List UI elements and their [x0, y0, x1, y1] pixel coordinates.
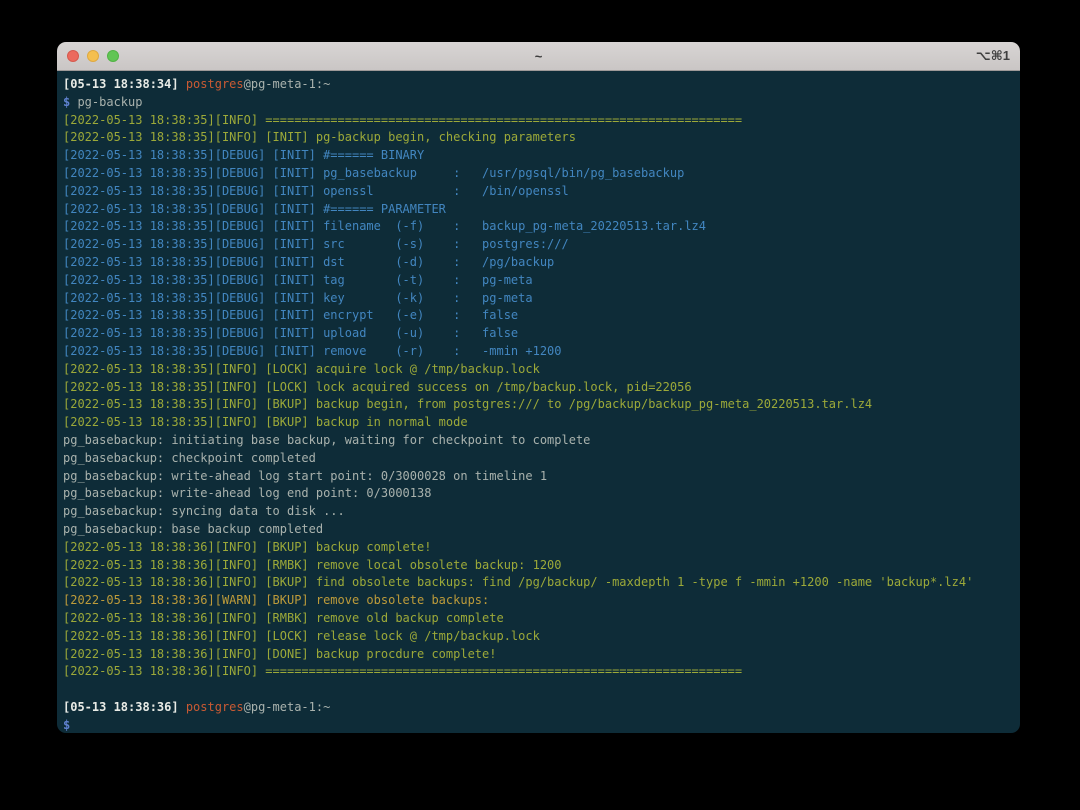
- terminal-line: [2022-05-13 18:38:35][DEBUG] [INIT] remo…: [63, 343, 1020, 361]
- terminal-line: [2022-05-13 18:38:35][DEBUG] [INIT] dst …: [63, 254, 1020, 272]
- terminal-line: [2022-05-13 18:38:35][DEBUG] [INIT] #===…: [63, 201, 1020, 219]
- terminal-text-segment: [2022-05-13 18:38:35][DEBUG] [INIT] tag …: [63, 273, 533, 287]
- terminal-line: [2022-05-13 18:38:36][WARN] [BKUP] remov…: [63, 592, 1020, 610]
- terminal-line: [2022-05-13 18:38:35][DEBUG] [INIT] encr…: [63, 307, 1020, 325]
- terminal-text-segment: [2022-05-13 18:38:36][INFO] [DONE] backu…: [63, 647, 496, 661]
- terminal-line: pg_basebackup: checkpoint completed: [63, 450, 1020, 468]
- terminal-line: [63, 681, 1020, 699]
- terminal-text-segment: [2022-05-13 18:38:35][DEBUG] [INIT] remo…: [63, 344, 562, 358]
- terminal-line: [2022-05-13 18:38:35][DEBUG] [INIT] key …: [63, 290, 1020, 308]
- terminal-window: ~ ⌥⌘1 [05-13 18:38:34] postgres@pg-meta-…: [57, 42, 1020, 733]
- terminal-text-segment: [2022-05-13 18:38:36][INFO] ============…: [63, 664, 742, 678]
- terminal-text-segment: @pg-meta-1:~: [244, 700, 331, 714]
- terminal-line: [2022-05-13 18:38:35][INFO] ============…: [63, 112, 1020, 130]
- terminal-text-segment: [2022-05-13 18:38:36][WARN] [BKUP] remov…: [63, 593, 489, 607]
- terminal-text-segment: [2022-05-13 18:38:35][INFO] [BKUP] backu…: [63, 397, 872, 411]
- terminal-line: pg_basebackup: initiating base backup, w…: [63, 432, 1020, 450]
- terminal-text-segment: [2022-05-13 18:38:36][INFO] [RMBK] remov…: [63, 558, 562, 572]
- terminal-text-segment: [2022-05-13 18:38:35][DEBUG] [INIT] #===…: [63, 202, 446, 216]
- terminal-text-segment: [2022-05-13 18:38:35][INFO] [LOCK] acqui…: [63, 362, 540, 376]
- terminal-text-segment: [2022-05-13 18:38:35][DEBUG] [INIT] file…: [63, 219, 706, 233]
- terminal-output[interactable]: [05-13 18:38:34] postgres@pg-meta-1:~$ p…: [57, 71, 1020, 733]
- terminal-line: [2022-05-13 18:38:35][INFO] [INIT] pg-ba…: [63, 129, 1020, 147]
- window-title: ~: [57, 49, 1020, 64]
- close-button[interactable]: [67, 50, 79, 62]
- terminal-line: [2022-05-13 18:38:35][INFO] [BKUP] backu…: [63, 414, 1020, 432]
- terminal-text-segment: [2022-05-13 18:38:35][DEBUG] [INIT] key …: [63, 291, 533, 305]
- terminal-line: $: [63, 717, 1020, 733]
- terminal-text-segment: $: [63, 718, 70, 732]
- terminal-text-segment: pg_basebackup: checkpoint completed: [63, 451, 316, 465]
- terminal-text-segment: postgres: [186, 700, 244, 714]
- terminal-text-segment: [2022-05-13 18:38:36][INFO] [RMBK] remov…: [63, 611, 504, 625]
- terminal-line: $ pg-backup: [63, 94, 1020, 112]
- terminal-line: [2022-05-13 18:38:35][DEBUG] [INIT] uplo…: [63, 325, 1020, 343]
- terminal-line: [2022-05-13 18:38:36][INFO] [BKUP] backu…: [63, 539, 1020, 557]
- window-controls: [67, 50, 119, 62]
- terminal-text-segment: pg_basebackup: initiating base backup, w…: [63, 433, 590, 447]
- terminal-text-segment: [2022-05-13 18:38:36][INFO] [BKUP] find …: [63, 575, 973, 589]
- terminal-line: pg_basebackup: write-ahead log end point…: [63, 485, 1020, 503]
- terminal-line: [2022-05-13 18:38:35][INFO] [LOCK] lock …: [63, 379, 1020, 397]
- terminal-line: pg_basebackup: syncing data to disk ...: [63, 503, 1020, 521]
- desktop-background: ~ ⌥⌘1 [05-13 18:38:34] postgres@pg-meta-…: [0, 0, 1080, 810]
- terminal-text-segment: [05-13 18:38:34]: [63, 77, 186, 91]
- terminal-line: [2022-05-13 18:38:35][INFO] [BKUP] backu…: [63, 396, 1020, 414]
- terminal-line: [05-13 18:38:36] postgres@pg-meta-1:~: [63, 699, 1020, 717]
- terminal-line: [2022-05-13 18:38:36][INFO] [BKUP] find …: [63, 574, 1020, 592]
- keyboard-shortcut-badge: ⌥⌘1: [976, 48, 1010, 64]
- terminal-line: [2022-05-13 18:38:36][INFO] [DONE] backu…: [63, 646, 1020, 664]
- terminal-line: pg_basebackup: write-ahead log start poi…: [63, 468, 1020, 486]
- terminal-line: [2022-05-13 18:38:35][DEBUG] [INIT] pg_b…: [63, 165, 1020, 183]
- terminal-line: [2022-05-13 18:38:36][INFO] ============…: [63, 663, 1020, 681]
- terminal-line: pg_basebackup: base backup completed: [63, 521, 1020, 539]
- terminal-line: [2022-05-13 18:38:36][INFO] [RMBK] remov…: [63, 557, 1020, 575]
- title-bar[interactable]: ~ ⌥⌘1: [57, 42, 1020, 71]
- terminal-text-segment: [2022-05-13 18:38:35][DEBUG] [INIT] #===…: [63, 148, 424, 162]
- terminal-text-segment: [2022-05-13 18:38:36][INFO] [LOCK] relea…: [63, 629, 540, 643]
- terminal-text-segment: pg_basebackup: base backup completed: [63, 522, 323, 536]
- terminal-text-segment: [2022-05-13 18:38:36][INFO] [BKUP] backu…: [63, 540, 431, 554]
- terminal-line: [2022-05-13 18:38:35][DEBUG] [INIT] src …: [63, 236, 1020, 254]
- zoom-button[interactable]: [107, 50, 119, 62]
- terminal-line: [2022-05-13 18:38:36][INFO] [LOCK] relea…: [63, 628, 1020, 646]
- terminal-text-segment: [2022-05-13 18:38:35][INFO] [BKUP] backu…: [63, 415, 468, 429]
- terminal-text-segment: pg-backup: [70, 95, 142, 109]
- terminal-text-segment: [2022-05-13 18:38:35][INFO] ============…: [63, 113, 742, 127]
- terminal-text-segment: [2022-05-13 18:38:35][DEBUG] [INIT] encr…: [63, 308, 518, 322]
- terminal-line: [2022-05-13 18:38:36][INFO] [RMBK] remov…: [63, 610, 1020, 628]
- terminal-text-segment: postgres: [186, 77, 244, 91]
- terminal-text-segment: [2022-05-13 18:38:35][DEBUG] [INIT] pg_b…: [63, 166, 684, 180]
- terminal-text-segment: [2022-05-13 18:38:35][DEBUG] [INIT] dst …: [63, 255, 554, 269]
- terminal-text-segment: [2022-05-13 18:38:35][DEBUG] [INIT] uplo…: [63, 326, 518, 340]
- terminal-line: [2022-05-13 18:38:35][DEBUG] [INIT] file…: [63, 218, 1020, 236]
- terminal-text-segment: @pg-meta-1:~: [244, 77, 331, 91]
- terminal-line: [2022-05-13 18:38:35][DEBUG] [INIT] #===…: [63, 147, 1020, 165]
- terminal-line: [05-13 18:38:34] postgres@pg-meta-1:~: [63, 76, 1020, 94]
- terminal-text-segment: pg_basebackup: write-ahead log end point…: [63, 486, 431, 500]
- terminal-text-segment: pg_basebackup: write-ahead log start poi…: [63, 469, 547, 483]
- minimize-button[interactable]: [87, 50, 99, 62]
- terminal-text-segment: pg_basebackup: syncing data to disk ...: [63, 504, 345, 518]
- terminal-line: [2022-05-13 18:38:35][DEBUG] [INIT] open…: [63, 183, 1020, 201]
- terminal-text-segment: [2022-05-13 18:38:35][INFO] [LOCK] lock …: [63, 380, 692, 394]
- terminal-line: [2022-05-13 18:38:35][DEBUG] [INIT] tag …: [63, 272, 1020, 290]
- terminal-text-segment: [2022-05-13 18:38:35][DEBUG] [INIT] src …: [63, 237, 569, 251]
- terminal-text-segment: [05-13 18:38:36]: [63, 700, 186, 714]
- terminal-line: [2022-05-13 18:38:35][INFO] [LOCK] acqui…: [63, 361, 1020, 379]
- terminal-text-segment: [2022-05-13 18:38:35][INFO] [INIT] pg-ba…: [63, 130, 576, 144]
- terminal-text-segment: [2022-05-13 18:38:35][DEBUG] [INIT] open…: [63, 184, 569, 198]
